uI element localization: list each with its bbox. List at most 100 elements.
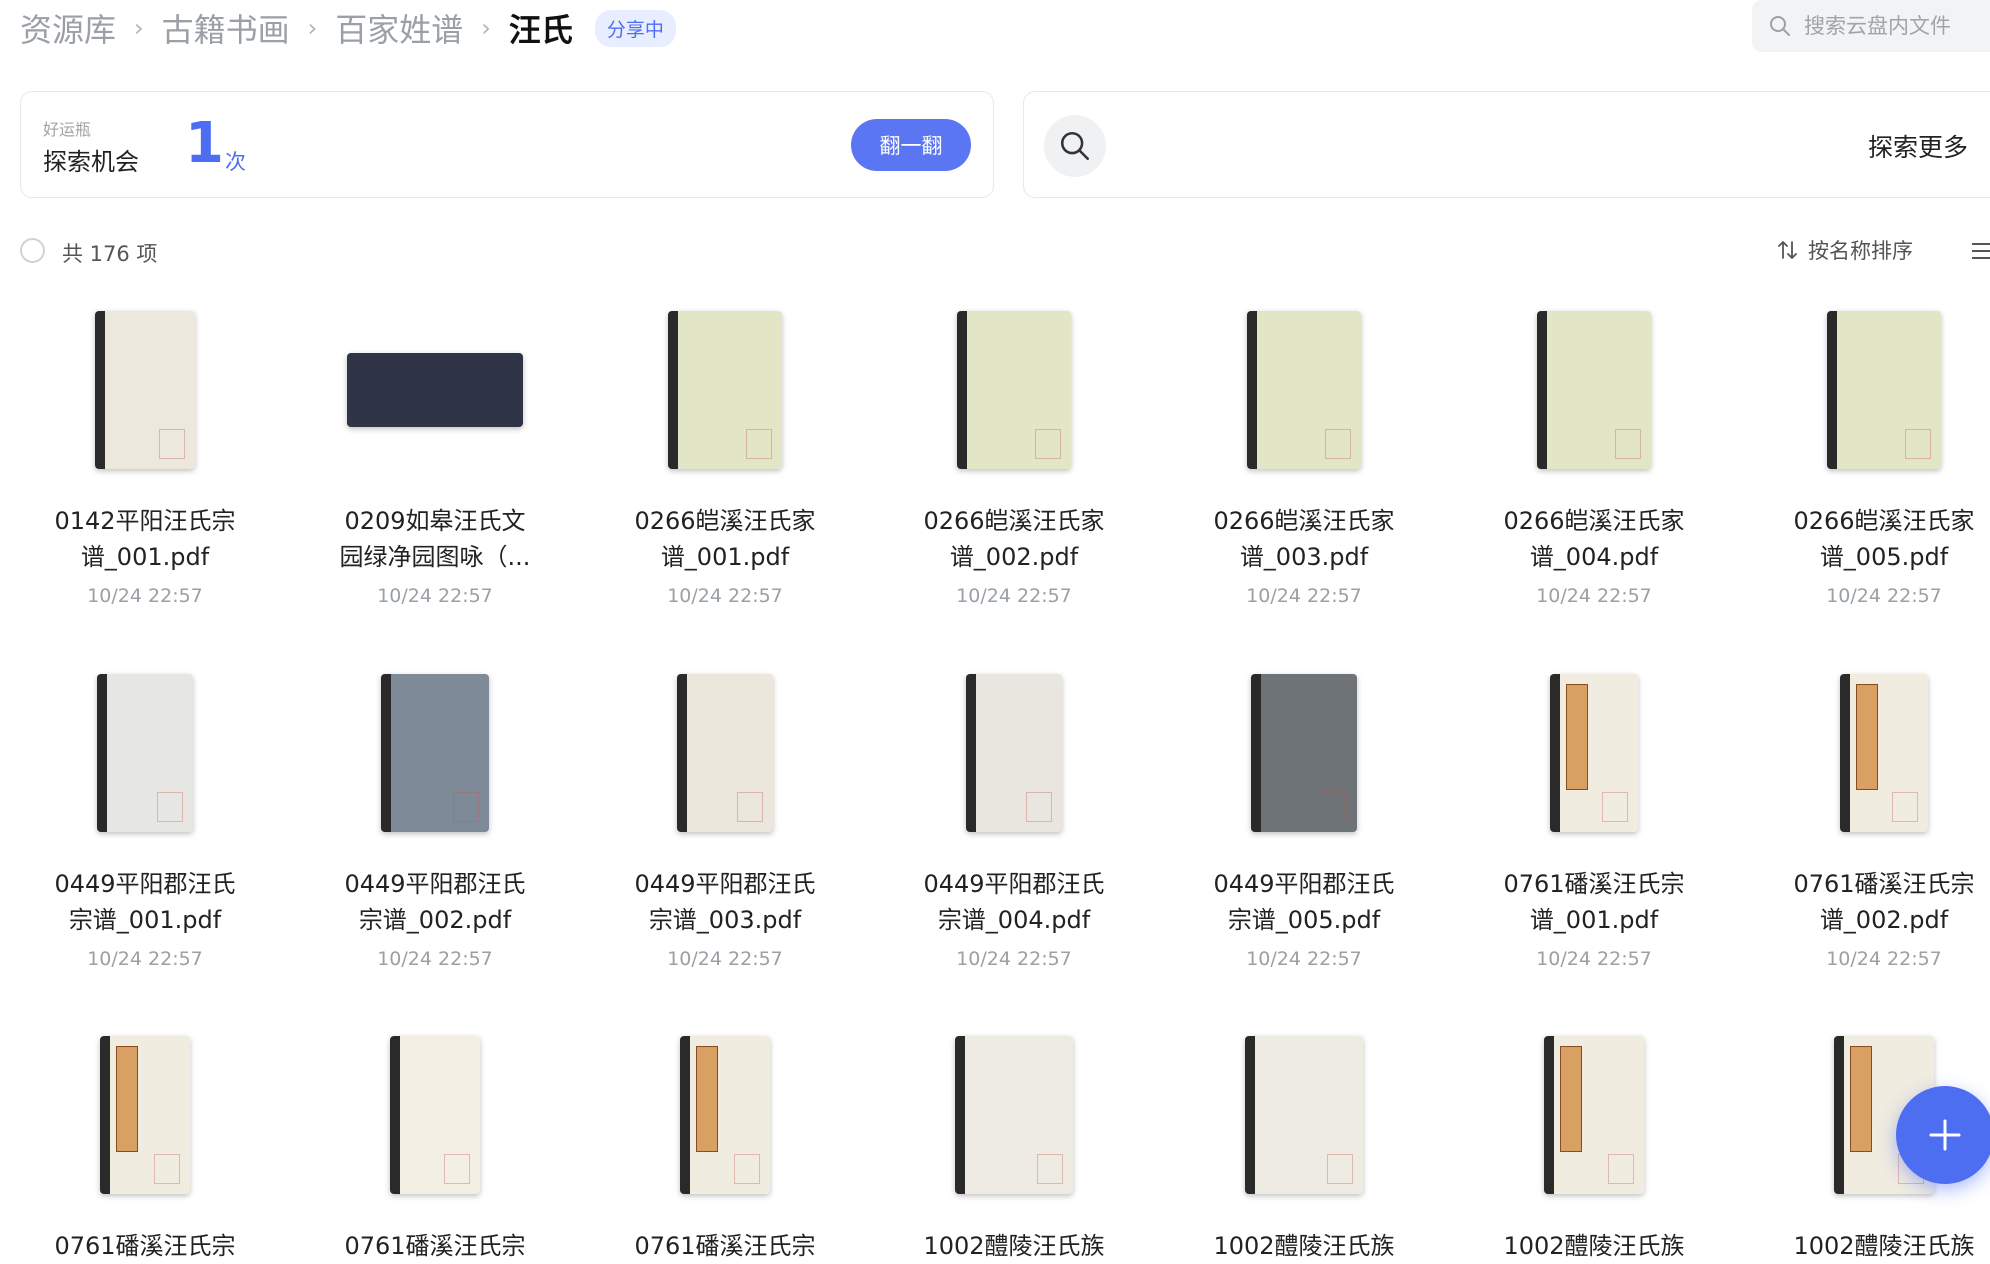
file-thumbnail[interactable]	[879, 1025, 1149, 1205]
book-spine	[1251, 674, 1261, 832]
breadcrumb-item-resource-library[interactable]: 资源库	[20, 5, 116, 51]
book-cover-image	[1840, 674, 1928, 832]
book-seal-mark	[1615, 429, 1641, 459]
file-name[interactable]: 0449平阳郡汪氏 宗谱_002.pdf	[300, 866, 570, 938]
book-seal-mark	[1026, 792, 1052, 822]
breadcrumb-separator: ›	[481, 14, 491, 42]
book-seal-mark	[154, 1154, 180, 1184]
luck-bottle-label: 好运瓶	[43, 120, 92, 139]
file-thumbnail[interactable]	[300, 300, 570, 480]
file-name[interactable]: 0449平阳郡汪氏 宗谱_004.pdf	[879, 866, 1149, 938]
search-input[interactable]	[1802, 13, 1990, 39]
file-thumbnail[interactable]	[300, 1025, 570, 1205]
explore-more-card[interactable]: 探索更多	[1023, 91, 1990, 198]
file-name[interactable]: 0266皑溪汪氏家 谱_002.pdf	[879, 503, 1149, 575]
sort-label: 按名称排序	[1808, 239, 1913, 263]
file-thumbnail[interactable]	[300, 663, 570, 843]
file-thumbnail[interactable]	[1169, 1025, 1439, 1205]
file-thumbnail[interactable]	[1169, 663, 1439, 843]
book-spine	[1247, 311, 1257, 469]
file-name-line-1: 0142平阳汪氏宗	[54, 507, 236, 535]
file-name[interactable]: 1002醴陵汪氏族	[1749, 1228, 1990, 1264]
file-thumbnail[interactable]	[879, 300, 1149, 480]
file-name[interactable]: 0761磻溪汪氏宗 谱_001.pdf	[1459, 866, 1729, 938]
book-seal-mark	[734, 1154, 760, 1184]
file-name[interactable]: 0266皑溪汪氏家 谱_005.pdf	[1749, 503, 1990, 575]
add-file-button[interactable]	[1896, 1086, 1990, 1184]
file-name-line-1: 1002醴陵汪氏族	[923, 1232, 1105, 1260]
book-cover-image	[390, 1036, 480, 1194]
book-spine	[966, 674, 976, 832]
file-thumbnail[interactable]	[1749, 300, 1990, 480]
file-name-line-1: 0266皑溪汪氏家	[1793, 507, 1975, 535]
file-thumbnail[interactable]	[10, 300, 280, 480]
file-name[interactable]: 1002醴陵汪氏族	[1169, 1228, 1439, 1264]
file-thumbnail[interactable]	[879, 663, 1149, 843]
flip-button[interactable]: 翻一翻	[851, 119, 971, 171]
book-seal-mark	[453, 792, 479, 822]
file-name-line-2: 宗谱_003.pdf	[648, 906, 802, 934]
file-thumbnail[interactable]	[1169, 300, 1439, 480]
list-view-icon[interactable]	[1970, 241, 1990, 261]
file-name[interactable]: 0449平阳郡汪氏 宗谱_005.pdf	[1169, 866, 1439, 938]
file-name-line-1: 0449平阳郡汪氏	[634, 870, 816, 898]
file-modified-date: 10/24 22:57	[1826, 948, 1942, 970]
file-thumbnail[interactable]	[10, 663, 280, 843]
book-cover-image	[95, 311, 195, 469]
file-thumbnail[interactable]	[1459, 663, 1729, 843]
item-count: 共 176 项	[62, 242, 158, 266]
file-name-line-2: 谱_005.pdf	[1819, 543, 1949, 571]
file-name[interactable]: 0449平阳郡汪氏 宗谱_003.pdf	[590, 866, 860, 938]
book-cover-image	[1544, 1036, 1644, 1194]
book-seal-mark	[1905, 429, 1931, 459]
file-name-line-2: 宗谱_004.pdf	[937, 906, 1091, 934]
share-status-badge[interactable]: 分享中	[594, 9, 676, 47]
sort-arrows-icon	[1778, 241, 1797, 259]
book-spine	[668, 311, 678, 469]
file-modified-date: 10/24 22:57	[377, 585, 493, 607]
file-name[interactable]: 0209如皋汪氏文 园绿净园图咏（...	[300, 503, 570, 575]
book-seal-mark	[159, 429, 185, 459]
file-modified-date: 10/24 22:57	[667, 948, 783, 970]
file-name[interactable]: 0761磻溪汪氏宗	[590, 1228, 860, 1264]
book-title-label	[116, 1046, 138, 1152]
file-name-line-2: 谱_003.pdf	[1239, 543, 1369, 571]
book-seal-mark	[1602, 792, 1628, 822]
file-name[interactable]: 0761磻溪汪氏宗	[300, 1228, 570, 1264]
book-spine	[381, 674, 391, 832]
file-modified-date: 10/24 22:57	[87, 948, 203, 970]
file-name[interactable]: 0761磻溪汪氏宗 谱_002.pdf	[1749, 866, 1990, 938]
select-all-checkbox[interactable]	[20, 238, 45, 263]
file-name-line-2: 谱_002.pdf	[1819, 906, 1949, 934]
file-name-line-2: 园绿净园图咏（...	[339, 543, 531, 571]
book-cover-image	[957, 311, 1071, 469]
book-spine	[955, 1036, 965, 1194]
explore-more-label[interactable]: 探索更多	[1868, 128, 1968, 164]
file-name[interactable]: 0266皑溪汪氏家 谱_001.pdf	[590, 503, 860, 575]
file-name[interactable]: 1002醴陵汪氏族	[879, 1228, 1149, 1264]
explore-search-icon	[1044, 115, 1106, 177]
file-name[interactable]: 0142平阳汪氏宗 谱_001.pdf	[10, 503, 280, 575]
file-name[interactable]: 0761磻溪汪氏宗	[10, 1228, 280, 1264]
file-thumbnail[interactable]	[10, 1025, 280, 1205]
book-cover-image	[1550, 674, 1638, 832]
file-thumbnail[interactable]	[590, 663, 860, 843]
file-thumbnail[interactable]	[1749, 663, 1990, 843]
breadcrumb-item-ancient-books[interactable]: 古籍书画	[162, 5, 290, 51]
file-thumbnail[interactable]	[1459, 300, 1729, 480]
book-cover-image	[1827, 311, 1941, 469]
file-name[interactable]: 0449平阳郡汪氏 宗谱_001.pdf	[10, 866, 280, 938]
breadcrumb-item-surnames[interactable]: 百家姓谱	[335, 5, 463, 51]
file-modified-date: 10/24 22:57	[1246, 585, 1362, 607]
file-thumbnail[interactable]	[590, 1025, 860, 1205]
file-name[interactable]: 0266皑溪汪氏家 谱_003.pdf	[1169, 503, 1439, 575]
book-spine	[390, 1036, 400, 1194]
file-name-line-1: 1002醴陵汪氏族	[1213, 1232, 1395, 1260]
search-bar[interactable]	[1752, 0, 1990, 52]
file-name[interactable]: 0266皑溪汪氏家 谱_004.pdf	[1459, 503, 1729, 575]
sort-by-name-button[interactable]: 按名称排序	[1776, 235, 1913, 265]
file-thumbnail[interactable]	[590, 300, 860, 480]
chance-unit: 次	[225, 150, 246, 174]
file-name[interactable]: 1002醴陵汪氏族	[1459, 1228, 1729, 1264]
file-thumbnail[interactable]	[1459, 1025, 1729, 1205]
